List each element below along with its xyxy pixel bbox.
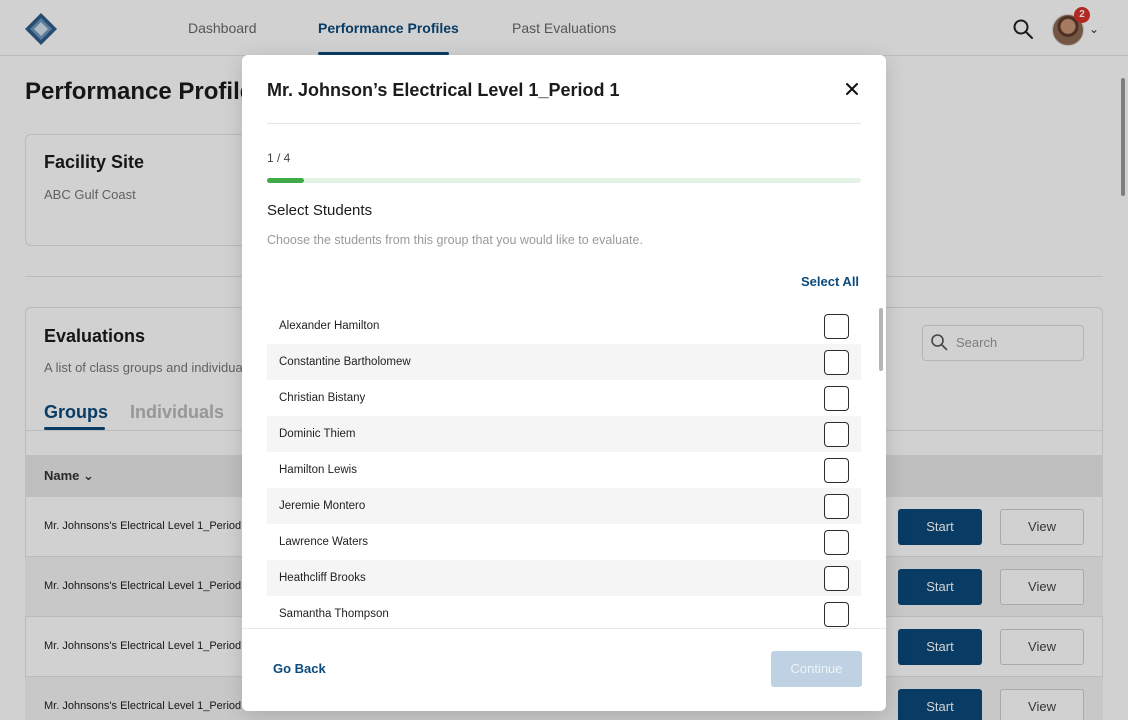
student-checkbox[interactable]	[824, 314, 849, 339]
student-checkbox[interactable]	[824, 350, 849, 375]
list-item[interactable]: Lawrence Waters	[267, 524, 861, 560]
student-name: Christian Bistany	[279, 392, 366, 404]
student-name: Heathcliff Brooks	[279, 572, 366, 584]
list-item[interactable]: Hamilton Lewis	[267, 452, 861, 488]
student-checkbox[interactable]	[824, 386, 849, 411]
list-item[interactable]: Samantha Thompson	[267, 596, 861, 628]
student-checkbox[interactable]	[824, 494, 849, 519]
student-name: Alexander Hamilton	[279, 320, 380, 332]
list-item[interactable]: Alexander Hamilton	[267, 308, 861, 344]
student-name: Samantha Thompson	[279, 608, 389, 620]
select-students-modal: Mr. Johnson’s Electrical Level 1_Period …	[242, 55, 886, 711]
progress-bar	[267, 178, 861, 183]
student-name: Constantine Bartholomew	[279, 356, 411, 368]
student-name: Lawrence Waters	[279, 536, 369, 548]
student-name: Hamilton Lewis	[279, 464, 357, 476]
modal-title: Mr. Johnson’s Electrical Level 1_Period …	[267, 80, 620, 100]
section-title: Select Students	[267, 202, 373, 219]
close-icon[interactable]	[840, 77, 864, 101]
continue-button[interactable]: Continue	[771, 651, 862, 687]
student-checkbox[interactable]	[824, 458, 849, 483]
modal-footer-divider	[242, 628, 886, 629]
student-checkbox[interactable]	[824, 602, 849, 627]
select-all-link[interactable]: Select All	[801, 274, 859, 289]
list-item[interactable]: Jeremie Montero	[267, 488, 861, 524]
go-back-button[interactable]: Go Back	[273, 661, 326, 676]
section-description: Choose the students from this group that…	[267, 233, 643, 247]
list-item[interactable]: Dominic Thiem	[267, 416, 861, 452]
list-item[interactable]: Heathcliff Brooks	[267, 560, 861, 596]
student-checkbox[interactable]	[824, 530, 849, 555]
student-name: Dominic Thiem	[279, 428, 356, 440]
step-indicator: 1 / 4	[267, 151, 291, 165]
list-item[interactable]: Constantine Bartholomew	[267, 344, 861, 380]
student-name: Jeremie Montero	[279, 500, 366, 512]
student-list[interactable]: Alexander Hamilton Constantine Bartholom…	[267, 308, 861, 628]
student-checkbox[interactable]	[824, 566, 849, 591]
student-checkbox[interactable]	[824, 422, 849, 447]
modal-header-divider	[267, 123, 861, 124]
student-list-scrollbar[interactable]	[879, 308, 883, 371]
progress-bar-fill	[267, 178, 305, 183]
list-item[interactable]: Christian Bistany	[267, 380, 861, 416]
